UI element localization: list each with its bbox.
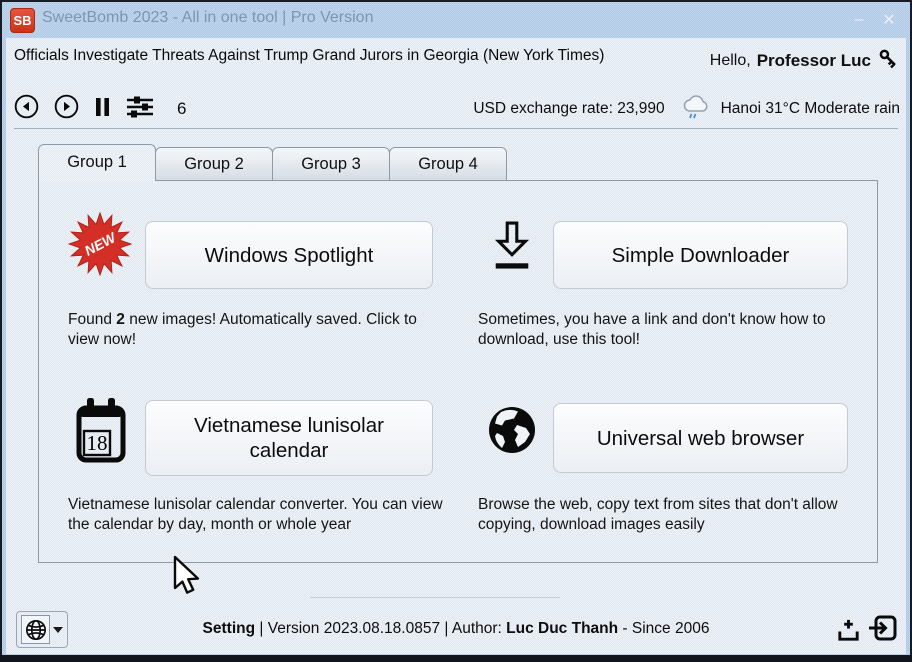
mouse-cursor (172, 555, 204, 604)
desc-count: 2 (116, 311, 125, 328)
group-tabs: Group 1 Group 2 Group 3 Group 4 (38, 144, 507, 181)
news-controls: 6 (14, 94, 186, 124)
desc-text: Found (68, 311, 116, 328)
greeting-text: Hello, (710, 52, 751, 70)
setting-link[interactable]: Setting (203, 620, 256, 637)
user-greeting: Hello, Professor Luc (710, 47, 900, 75)
calendar-day: 18 (87, 431, 108, 455)
header-divider (14, 128, 898, 129)
globe-icon (487, 405, 537, 460)
simple-downloader-description: Sometimes, you have a link and don't kno… (478, 310, 860, 349)
footer-info: Setting | Version 2023.08.18.0857 | Auth… (0, 620, 912, 638)
next-news-button[interactable] (54, 94, 79, 124)
app-window: SB SweetBomb 2023 - All in one tool | Pr… (0, 0, 912, 662)
close-button[interactable]: ✕ (876, 8, 902, 32)
windows-spotlight-button[interactable]: Windows Spotlight (145, 221, 433, 289)
pause-icon[interactable] (94, 97, 111, 122)
info-ticker: USD exchange rate: 23,990 Hanoi 31°C Mod… (473, 93, 900, 125)
lunisolar-calendar-button[interactable]: Vietnamese lunisolar calendar (145, 400, 433, 476)
exit-button[interactable] (868, 613, 898, 643)
web-browser-button[interactable]: Universal web browser (553, 403, 848, 473)
windows-spotlight-description: Found 2 new images! Automatically saved.… (68, 310, 448, 349)
tab-group-4[interactable]: Group 4 (389, 147, 507, 181)
news-headline[interactable]: Officials Investigate Threats Against Tr… (14, 46, 606, 66)
window-title: SweetBomb 2023 - All in one tool | Pro V… (42, 9, 373, 27)
app-logo: SB (10, 8, 35, 33)
tab-group-3[interactable]: Group 3 (272, 147, 390, 181)
lunisolar-calendar-description: Vietnamese lunisolar calendar converter.… (68, 495, 448, 534)
version-text: | Version 2023.08.18.0857 | Author: (255, 620, 506, 637)
minimize-button[interactable]: – (846, 8, 872, 32)
new-badge-icon: NEW (68, 212, 132, 281)
footer-divider (310, 597, 560, 598)
weather-text: Hanoi 31°C Moderate rain (721, 100, 900, 118)
rain-cloud-icon (681, 93, 711, 125)
user-name: Professor Luc (757, 51, 871, 71)
title-bar[interactable]: SB SweetBomb 2023 - All in one tool | Pr… (0, 0, 912, 38)
key-icon[interactable] (877, 47, 900, 75)
news-counter: 6 (177, 99, 186, 119)
tab-group-2[interactable]: Group 2 (155, 147, 273, 181)
sliders-icon[interactable] (126, 96, 154, 123)
previous-news-button[interactable] (14, 94, 39, 124)
simple-downloader-button[interactable]: Simple Downloader (553, 221, 848, 289)
download-icon (489, 220, 535, 279)
save-upload-button[interactable] (835, 617, 862, 644)
exchange-rate: USD exchange rate: 23,990 (473, 100, 664, 118)
web-browser-description: Browse the web, copy text from sites tha… (478, 495, 860, 534)
author-name: Luc Duc Thanh (506, 620, 618, 637)
since-text: - Since 2006 (618, 620, 709, 637)
window-bottom-edge (0, 655, 912, 662)
tab-group-1[interactable]: Group 1 (38, 144, 156, 181)
calendar-icon: 18 (75, 397, 127, 472)
